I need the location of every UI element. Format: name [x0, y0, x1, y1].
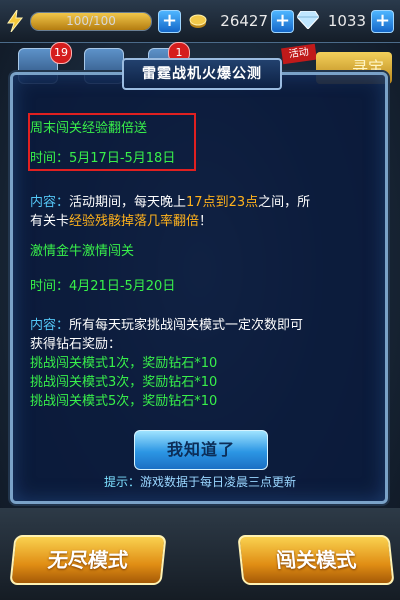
content1-text-c: 之间，所 [258, 195, 311, 210]
event2-time: 时间：4月21日-5月20日 [30, 278, 175, 296]
content1-line2-highlight: 经验残骸掉落几率翻倍 [69, 214, 200, 229]
event2-name: 激情金牛激情闯关 [30, 244, 135, 259]
gem-count: 1033 [327, 12, 366, 30]
content1-text-a: 活动期间，每天晚上 [69, 195, 187, 210]
diamond-icon [297, 11, 319, 29]
got-it-button[interactable]: 我知道了 [134, 430, 268, 470]
content1-line1: 内容：活动期间，每天晚上17点到23点之间，所 [30, 194, 310, 212]
add-energy-button[interactable]: + [158, 10, 181, 33]
endless-mode-button[interactable]: 无尽模式 [9, 535, 167, 585]
content1-label: 内容： [30, 195, 70, 210]
add-gems-button[interactable]: + [371, 10, 394, 33]
content2-line1: 内容：所有每天玩家挑战闯关模式一定次数即可 [30, 317, 303, 335]
tip-text: 提示：游戏数据于每日凌晨三点更新 [0, 473, 400, 490]
event1-time-value: 5月17日-5月18日 [69, 151, 176, 166]
lightning-icon [7, 10, 24, 32]
dialog-title: 雷霆战机火爆公测 [122, 58, 282, 90]
coin-icon [189, 14, 207, 28]
add-coins-button[interactable]: + [271, 10, 294, 33]
mail-badge: 19 [50, 42, 72, 64]
event1-name: 周末闯关经验翻倍送 [30, 121, 148, 136]
event-tag: 活动 [281, 43, 317, 65]
event2-time-value: 4月21日-5月20日 [69, 279, 176, 294]
content1-time-range: 17点到23点 [186, 195, 259, 210]
event2-time-label: 时间： [30, 279, 70, 294]
reward-item: 挑战闯关模式1次，奖励钻石*10 [30, 356, 218, 371]
event1-time-label: 时间： [30, 151, 70, 166]
tip-message: 游戏数据于每日凌晨三点更新 [140, 475, 297, 489]
energy-bar: 100/100 [30, 12, 152, 31]
energy-value: 100/100 [66, 14, 116, 28]
content1-line2-c: ！ [199, 214, 213, 229]
tip-label: 提示： [103, 475, 140, 489]
content2-label: 内容： [30, 318, 70, 333]
event1-time: 时间：5月17日-5月18日 [30, 150, 175, 168]
reward-item: 挑战闯关模式3次，奖励钻石*10 [30, 375, 218, 390]
content2-text: 所有每天玩家挑战闯关模式一定次数即可 [69, 318, 304, 333]
content1-line2-a: 有关卡 [30, 214, 70, 229]
content2-line2: 获得钻石奖励： [30, 337, 122, 352]
top-status-bar: 100/100 + 26427 + 1033 + [0, 0, 400, 43]
stage-mode-button[interactable]: 闯关模式 [237, 535, 395, 585]
coin-count: 26427 [220, 12, 268, 30]
reward-item: 挑战闯关模式5次，奖励钻石*10 [30, 394, 218, 409]
content1-line2: 有关卡经验残骸掉落几率翻倍！ [30, 213, 212, 231]
